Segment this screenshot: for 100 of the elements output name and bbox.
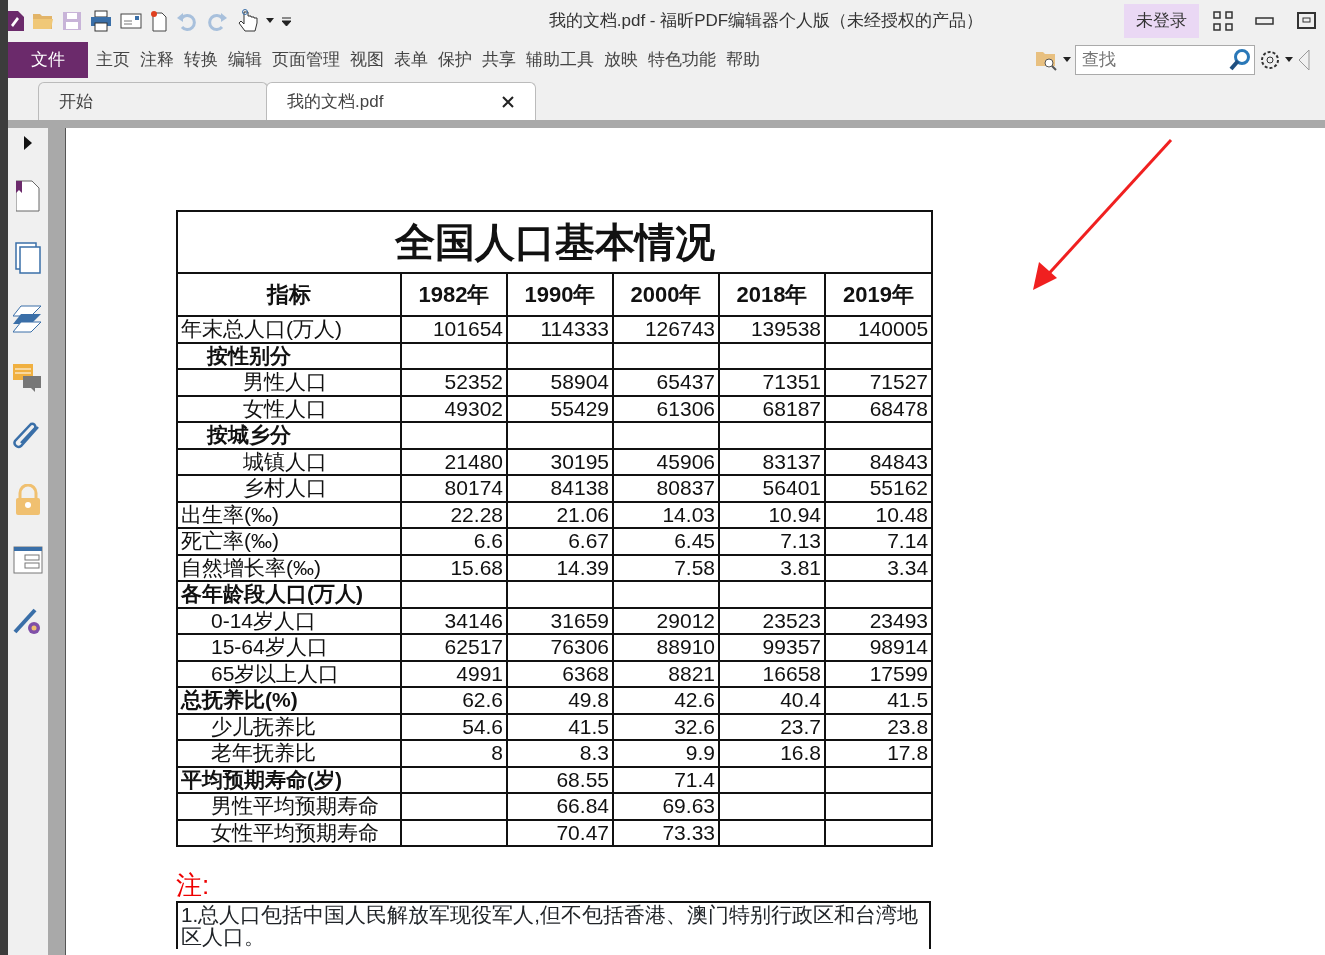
menu-tab[interactable]: 保护 — [433, 42, 477, 78]
table-cell: 69.63 — [613, 793, 719, 820]
fullscreen-icon[interactable] — [1213, 11, 1233, 31]
table-cell: 21.06 — [507, 501, 613, 528]
minimize-icon[interactable] — [1255, 16, 1275, 26]
table-cell: 7.58 — [613, 554, 719, 581]
table-title: 全国人口基本情况 — [177, 211, 933, 273]
table-cell: 70.47 — [507, 819, 613, 846]
layers-icon[interactable] — [13, 304, 43, 334]
row-label: 老年抚养比 — [177, 740, 401, 767]
table-cell: 55429 — [507, 395, 613, 422]
menu-tab[interactable]: 放映 — [599, 42, 643, 78]
table-cell: 23.7 — [719, 713, 825, 740]
table-cell: 17.8 — [825, 740, 933, 767]
table-cell: 15.68 — [401, 554, 507, 581]
table-cell: 98914 — [825, 634, 933, 661]
table-cell: 84843 — [825, 448, 933, 475]
dropdown-caret-icon[interactable] — [266, 18, 274, 24]
table-cell: 61306 — [613, 395, 719, 422]
table-cell: 126743 — [613, 316, 719, 343]
table-cell: 10.48 — [825, 501, 933, 528]
row-label: 自然增长率(‰) — [177, 554, 401, 581]
column-header: 2019年 — [825, 273, 933, 316]
table-cell: 99357 — [719, 634, 825, 661]
restore-icon[interactable] — [1297, 12, 1317, 30]
menu-tab[interactable]: 主页 — [91, 42, 135, 78]
table-cell: 73.33 — [613, 819, 719, 846]
menu-tab[interactable]: 转换 — [179, 42, 223, 78]
customize-toolbar-icon[interactable] — [282, 16, 291, 26]
table-cell: 52352 — [401, 369, 507, 396]
table-cell: 83137 — [719, 448, 825, 475]
menu-tab[interactable]: 共享 — [477, 42, 521, 78]
menu-tab[interactable]: 表单 — [389, 42, 433, 78]
document-tab[interactable]: 开始 — [38, 82, 268, 120]
pages-icon[interactable] — [15, 242, 41, 274]
menu-tab[interactable]: 辅助工具 — [521, 42, 599, 78]
table-cell: 4991 — [401, 660, 507, 687]
row-label: 平均预期寿命(岁) — [177, 766, 401, 793]
table-cell: 8 — [401, 740, 507, 767]
comments-icon[interactable] — [13, 364, 43, 392]
menu-tab[interactable]: 注释 — [135, 42, 179, 78]
row-label: 男性平均预期寿命 — [177, 793, 401, 820]
table-cell: 14.39 — [507, 554, 613, 581]
table-cell: 16.8 — [719, 740, 825, 767]
settings-icon[interactable] — [1259, 49, 1281, 71]
menu-tab[interactable]: 帮助 — [721, 42, 765, 78]
print-icon[interactable] — [90, 10, 112, 32]
table-cell: 80174 — [401, 475, 507, 502]
table-cell: 17599 — [825, 660, 933, 687]
login-button[interactable]: 未登录 — [1124, 4, 1199, 38]
row-label: 按性别分 — [177, 342, 401, 369]
row-label: 各年龄段人口(万人) — [177, 581, 401, 608]
table-cell: 10.94 — [719, 501, 825, 528]
table-cell: 56401 — [719, 475, 825, 502]
table-cell: 23.8 — [825, 713, 933, 740]
close-icon[interactable] — [501, 94, 515, 109]
row-label: 总抚养比(%) — [177, 687, 401, 714]
table-cell: 34146 — [401, 607, 507, 634]
folder-search-icon[interactable] — [1035, 49, 1059, 71]
column-header: 2018年 — [719, 273, 825, 316]
menu-tab[interactable]: 文件 — [8, 42, 88, 78]
table-cell: 68.55 — [507, 766, 613, 793]
menu-tab[interactable]: 特色功能 — [643, 42, 721, 78]
form-fields-icon[interactable] — [13, 546, 43, 574]
table-cell: 29012 — [613, 607, 719, 634]
search-icon[interactable] — [1228, 48, 1252, 72]
table-cell: 101654 — [401, 316, 507, 343]
table-cell: 6.45 — [613, 528, 719, 555]
app-logo-icon[interactable] — [8, 9, 24, 33]
table-cell: 71.4 — [613, 766, 719, 793]
new-document-icon[interactable] — [150, 10, 168, 32]
row-label: 65岁以上人口 — [177, 660, 401, 687]
menu-tab[interactable]: 页面管理 — [267, 42, 345, 78]
search-field[interactable]: 查找 — [1075, 45, 1255, 75]
envelope-icon[interactable] — [120, 12, 142, 30]
table-cell: 114333 — [507, 316, 613, 343]
document-tab[interactable]: 我的文档.pdf — [266, 82, 536, 120]
column-header: 1982年 — [401, 273, 507, 316]
table-cell: 49.8 — [507, 687, 613, 714]
row-label: 死亡率(‰) — [177, 528, 401, 555]
row-label: 女性平均预期寿命 — [177, 819, 401, 846]
table-cell: 71351 — [719, 369, 825, 396]
table-cell: 58904 — [507, 369, 613, 396]
table-cell: 16658 — [719, 660, 825, 687]
column-header: 1990年 — [507, 273, 613, 316]
row-label: 年末总人口(万人) — [177, 316, 401, 343]
dropdown-caret-icon[interactable] — [1285, 57, 1293, 63]
menu-tab[interactable]: 视图 — [345, 42, 389, 78]
row-label: 乡村人口 — [177, 475, 401, 502]
menu-tab[interactable]: 编辑 — [223, 42, 267, 78]
expand-panel-icon[interactable] — [23, 136, 33, 150]
table-cell: 7.14 — [825, 528, 933, 555]
table-cell: 45906 — [613, 448, 719, 475]
table-cell: 62517 — [401, 634, 507, 661]
row-label: 男性人口 — [177, 369, 401, 396]
dropdown-caret-icon[interactable] — [1063, 57, 1071, 63]
hand-cursor-icon[interactable] — [236, 9, 258, 33]
bookmark-icon[interactable] — [16, 180, 40, 212]
table-cell: 31659 — [507, 607, 613, 634]
row-label: 少儿抚养比 — [177, 713, 401, 740]
